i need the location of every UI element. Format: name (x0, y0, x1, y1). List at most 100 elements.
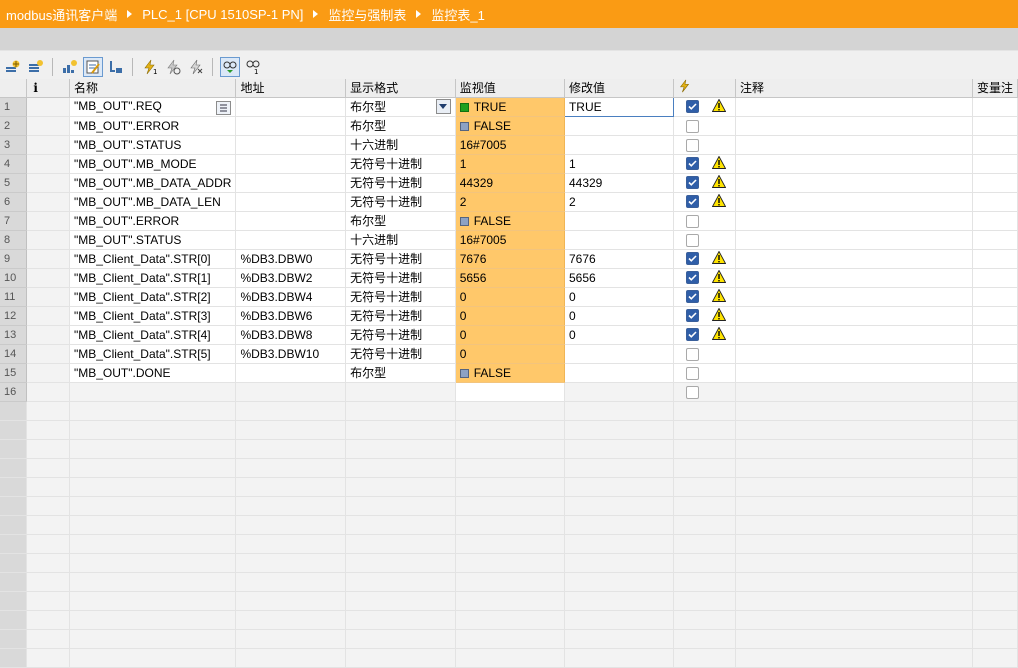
format-cell[interactable]: 十六进制 (345, 230, 456, 250)
comment-cell[interactable] (735, 325, 973, 345)
row-number[interactable]: 12 (0, 306, 28, 326)
col-modify-value[interactable]: 修改值 (564, 79, 675, 98)
format-cell[interactable]: 无符号十进制 (345, 325, 456, 345)
var-comment-cell[interactable] (972, 382, 1018, 402)
modify-value-cell[interactable]: TRUE (563, 96, 675, 117)
col-modify-flag[interactable] (673, 79, 736, 98)
address-cell[interactable] (235, 230, 347, 250)
modify-checkbox[interactable] (686, 366, 700, 380)
select-tag-button[interactable] (216, 100, 232, 115)
modify-value-cell[interactable]: 0 (564, 287, 675, 307)
modify-value-cell[interactable] (564, 344, 675, 364)
modify-value-cell[interactable]: 1 (564, 154, 675, 174)
var-comment-cell[interactable] (972, 287, 1018, 307)
address-cell[interactable] (235, 363, 347, 383)
breadcrumb-item[interactable]: modbus通讯客户端 (0, 5, 121, 24)
insert-row-icon[interactable] (3, 57, 23, 77)
format-cell[interactable]: 布尔型 (345, 97, 456, 117)
comment-cell[interactable] (735, 192, 973, 212)
modify-checkbox[interactable] (686, 233, 700, 247)
address-cell[interactable] (235, 135, 347, 155)
address-cell[interactable]: %DB3.DBW8 (235, 325, 347, 345)
modify-checkbox[interactable] (686, 176, 700, 189)
address-cell[interactable] (235, 192, 347, 212)
var-comment-cell[interactable] (972, 192, 1018, 212)
modify-value-cell[interactable]: 0 (564, 325, 675, 345)
name-cell[interactable]: "MB_Client_Data".STR[1] (69, 268, 237, 288)
comment-cell[interactable] (735, 135, 973, 155)
address-cell[interactable] (235, 97, 347, 117)
var-comment-cell[interactable] (972, 97, 1018, 117)
comment-cell[interactable] (735, 116, 973, 136)
table-row[interactable]: 12 "MB_Client_Data".STR[3] %DB3.DBW6 无符号十进制… (0, 306, 1018, 326)
address-cell[interactable]: %DB3.DBW4 (235, 287, 347, 307)
address-cell[interactable] (235, 173, 347, 193)
table-row[interactable]: 15 "MB_OUT".DONE 布尔型 FALSE (0, 363, 1018, 383)
var-comment-cell[interactable] (972, 306, 1018, 326)
modify-value-cell[interactable]: 44329 (564, 173, 675, 193)
name-cell[interactable]: "MB_Client_Data".STR[3] (69, 306, 237, 326)
var-comment-cell[interactable] (972, 116, 1018, 136)
comment-cell[interactable] (735, 344, 973, 364)
row-number[interactable]: 4 (0, 154, 28, 174)
table-row[interactable]: 8 "MB_OUT".STATUS 十六进制 16#7005 (0, 230, 1018, 250)
format-cell[interactable]: 十六进制 (345, 135, 456, 155)
modify-value-cell[interactable] (564, 363, 675, 383)
comment-cell[interactable] (735, 230, 973, 250)
modify-checkbox[interactable] (686, 100, 700, 113)
table-row[interactable]: 1 "MB_OUT".REQ 布尔型 TRUE TRUE (0, 96, 1018, 117)
modify-checkbox[interactable] (686, 252, 700, 265)
format-dropdown-button[interactable] (435, 99, 451, 114)
name-cell[interactable]: "MB_OUT".STATUS (69, 230, 237, 250)
comment-cell[interactable] (735, 306, 973, 326)
col-name[interactable]: 名称 (69, 79, 237, 98)
format-cell[interactable]: 无符号十进制 (345, 154, 456, 174)
breadcrumb-item[interactable]: 监控表_1 (427, 5, 488, 24)
comment-cell[interactable] (735, 363, 973, 383)
display-all-icon[interactable] (60, 57, 80, 77)
modify-checkbox[interactable] (686, 385, 700, 399)
row-number[interactable]: 11 (0, 287, 28, 307)
name-cell[interactable]: "MB_OUT".DONE (69, 363, 237, 383)
modify-checkbox[interactable] (686, 347, 700, 361)
force-icon[interactable] (186, 57, 206, 77)
table-row[interactable]: 13 "MB_Client_Data".STR[4] %DB3.DBW8 无符号十进制… (0, 325, 1018, 345)
var-comment-cell[interactable] (972, 173, 1018, 193)
address-cell[interactable] (235, 382, 347, 402)
table-row[interactable]: 5 "MB_OUT".MB_DATA_ADDR 无符号十进制 44329 44329 (0, 173, 1018, 193)
row-number[interactable]: 1 (0, 97, 28, 117)
name-cell[interactable]: "MB_Client_Data".STR[4] (69, 325, 237, 345)
format-cell[interactable]: 无符号十进制 (345, 192, 456, 212)
row-number[interactable]: 6 (0, 192, 28, 212)
format-cell[interactable]: 无符号十进制 (345, 268, 456, 288)
row-number[interactable]: 7 (0, 211, 28, 231)
col-format[interactable]: 显示格式 (345, 79, 456, 98)
comment-cell[interactable] (735, 287, 973, 307)
col-var-comment[interactable]: 变量注 (972, 79, 1018, 98)
modify-checkbox[interactable] (686, 157, 700, 170)
modify-trigger-icon[interactable] (163, 57, 183, 77)
monitor-toggle-icon[interactable] (106, 57, 126, 77)
row-number[interactable]: 10 (0, 268, 28, 288)
row-number[interactable]: 14 (0, 344, 28, 364)
name-cell[interactable]: "MB_OUT".ERROR (69, 211, 237, 231)
modify-checkbox[interactable] (686, 195, 700, 208)
monitor-once-icon[interactable]: 1 (243, 57, 263, 77)
col-address[interactable]: 地址 (235, 79, 347, 98)
row-number[interactable]: 2 (0, 116, 28, 136)
name-cell[interactable]: "MB_OUT".MB_MODE (69, 154, 237, 174)
table-row[interactable]: 16 (0, 382, 1018, 402)
address-cell[interactable]: %DB3.DBW10 (235, 344, 347, 364)
name-cell[interactable]: "MB_OUT".ERROR (69, 116, 237, 136)
format-cell[interactable]: 无符号十进制 (345, 249, 456, 269)
name-cell[interactable]: "MB_OUT".MB_DATA_ADDR (69, 173, 237, 193)
monitor-edit-icon[interactable] (83, 57, 103, 77)
modify-value-cell[interactable]: 5656 (564, 268, 675, 288)
comment-cell[interactable] (735, 249, 973, 269)
var-comment-cell[interactable] (972, 268, 1018, 288)
comment-cell[interactable] (735, 154, 973, 174)
format-cell[interactable] (345, 382, 456, 402)
row-number[interactable]: 8 (0, 230, 28, 250)
modify-value-cell[interactable]: 7676 (564, 249, 675, 269)
format-cell[interactable]: 布尔型 (345, 363, 456, 383)
